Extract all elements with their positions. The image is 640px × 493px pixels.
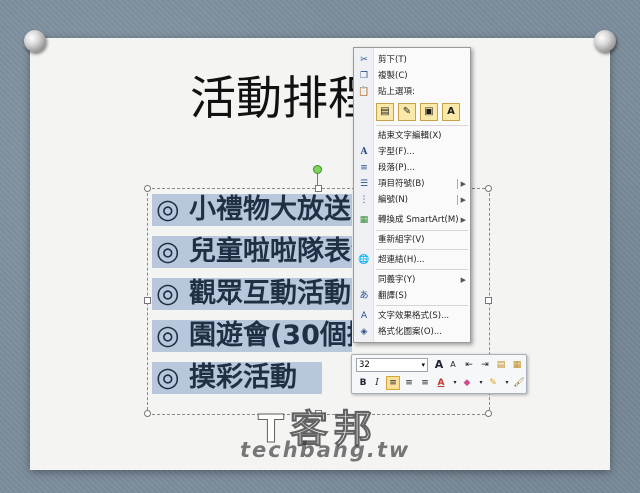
resize-handle-top[interactable] — [315, 185, 322, 192]
highlight-fill-icon[interactable]: ◆ — [460, 376, 474, 390]
menu-item-copy[interactable]: ❐ 複製(C) — [354, 68, 470, 84]
resize-handle-left[interactable] — [144, 297, 151, 304]
pin-right-decoration — [594, 30, 616, 52]
submenu-arrow-icon: ▶ — [460, 216, 466, 224]
paragraph-icon: ≡ — [360, 163, 368, 173]
clipboard-icon: 📋 — [358, 87, 370, 97]
paste-merge-format-button[interactable]: ✎ — [398, 103, 416, 121]
font-icon: A — [360, 147, 368, 157]
align-center-button[interactable]: ≡ — [402, 376, 416, 390]
menu-item-reconvert[interactable]: 重新組字(V) — [354, 232, 470, 248]
menu-item-paragraph[interactable]: ≡ 段落(P)... — [354, 160, 470, 176]
paste-source-icon: ▤ — [380, 106, 390, 117]
context-menu: ✂ 剪下(T) ❐ 複製(C) 📋 貼上選項: ▤ ✎ ▣ A 結束文字編輯(X… — [353, 47, 471, 343]
bullet-list[interactable]: ◎ 小禮物大放送 ◎ 兒童啦啦隊表演 ◎ 觀眾互動活動 ◎ 園遊會(30個攤位)… — [152, 194, 352, 404]
menu-separator — [376, 125, 468, 126]
outline-pen-icon[interactable]: ✎ — [486, 376, 500, 390]
font-size-value: 32 — [359, 360, 370, 370]
bullet-item[interactable]: ◎ 園遊會(30個攤位) — [152, 320, 352, 352]
bullet-item[interactable]: ◎ 觀眾互動活動 — [152, 278, 352, 310]
watermark: T客邦 techbang.tw — [236, 398, 416, 466]
globe-link-icon: 🌐 — [358, 255, 370, 265]
resize-handle-top-right[interactable] — [485, 185, 492, 192]
clear-format-icon[interactable]: ▦ — [510, 358, 524, 372]
bullet-item[interactable]: ◎ 兒童啦啦隊表演 — [152, 236, 352, 268]
format-painter-icon[interactable]: ▤ — [494, 358, 508, 372]
menu-item-synonyms[interactable]: 同義字(Y) ▶ — [354, 272, 470, 288]
bullet-item[interactable]: ◎ 摸彩活動 — [152, 362, 322, 394]
increase-indent-icon[interactable]: ⇥ — [478, 358, 492, 372]
menu-separator — [376, 249, 468, 250]
font-size-combo[interactable]: 32 ▾ — [356, 358, 428, 372]
bullet-item[interactable]: ◎ 小禮物大放送 — [152, 194, 352, 226]
menu-item-numbering[interactable]: ⋮ 編號(N) ▶ — [354, 192, 470, 208]
menu-item-text-effects[interactable]: A 文字效果格式(S)... — [354, 308, 470, 324]
text-effects-icon: A — [360, 311, 368, 321]
resize-handle-right[interactable] — [485, 297, 492, 304]
paste-merge-icon: ✎ — [402, 106, 412, 117]
smartart-icon: ▦ — [359, 215, 369, 225]
translate-icon: あ — [359, 291, 369, 301]
menu-item-translate[interactable]: あ 翻譯(S) — [354, 288, 470, 304]
menu-item-bullets[interactable]: ☰ 項目符號(B) ▶ — [354, 176, 470, 192]
rotate-handle[interactable] — [313, 165, 322, 174]
font-color-button[interactable]: A — [434, 376, 448, 390]
menu-item-format-shape[interactable]: ◈ 格式化圖案(O)... — [354, 324, 470, 340]
chevron-down-icon: ▾ — [421, 361, 425, 369]
shrink-font-button[interactable]: A — [446, 358, 460, 372]
menu-item-font[interactable]: A 字型(F)... — [354, 144, 470, 160]
paste-picture-button[interactable]: ▣ — [420, 103, 438, 121]
scissors-icon: ✂ — [360, 55, 368, 65]
menu-item-paste-options: 📋 貼上選項: — [358, 87, 415, 97]
bullets-icon: ☰ — [359, 179, 369, 189]
paint-brush-icon[interactable]: 🖌 — [512, 376, 526, 390]
resize-handle-bottom-right[interactable] — [485, 410, 492, 417]
submenu-arrow-icon: ▶ — [460, 196, 466, 204]
paste-picture-icon: ▣ — [424, 106, 434, 117]
paste-text-only-button[interactable]: A — [442, 103, 460, 121]
copy-icon: ❐ — [359, 71, 369, 81]
menu-separator — [376, 305, 468, 306]
menu-item-exit-edit[interactable]: 結束文字編輯(X) — [354, 128, 470, 144]
submenu-arrow-icon: ▶ — [460, 180, 466, 188]
watermark-domain-text: techbang.tw — [240, 438, 411, 462]
menu-separator — [376, 230, 468, 231]
menu-item-smartart[interactable]: ▦ 轉換成 SmartArt(M) ▶ — [354, 212, 470, 228]
italic-button[interactable]: I — [370, 376, 384, 390]
align-left-button[interactable]: ≡ — [386, 376, 400, 390]
grow-font-button[interactable]: A — [432, 358, 446, 372]
bold-button[interactable]: B — [356, 376, 370, 390]
paste-keep-source-button[interactable]: ▤ — [376, 103, 394, 121]
resize-handle-top-left[interactable] — [144, 185, 151, 192]
menu-item-hyperlink[interactable]: 🌐 超連結(H)... — [354, 252, 470, 268]
submenu-arrow-icon: ▶ — [460, 276, 466, 284]
numbering-icon: ⋮ — [359, 195, 369, 205]
pin-left-decoration — [24, 30, 46, 52]
align-right-button[interactable]: ≡ — [418, 376, 432, 390]
menu-item-cut[interactable]: ✂ 剪下(T) — [354, 52, 470, 68]
decrease-indent-icon[interactable]: ⇤ — [462, 358, 476, 372]
mini-toolbar: 32 ▾ A A ⇤ ⇥ ▤ ▦ B I ≡ ≡ ≡ A ▾ ◆ ▾ ✎ ▾ 🖌 — [351, 354, 527, 394]
resize-handle-bottom-left[interactable] — [144, 410, 151, 417]
menu-separator — [376, 269, 468, 270]
slide-title[interactable]: 活動排程 — [190, 62, 360, 128]
format-shape-icon: ◈ — [360, 327, 368, 337]
